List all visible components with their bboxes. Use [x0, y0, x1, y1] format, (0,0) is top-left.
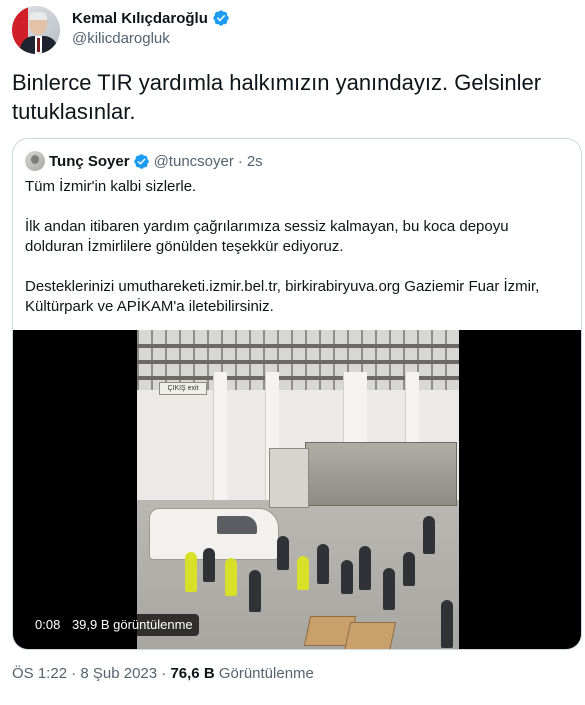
- separator-dot: ·: [237, 152, 243, 170]
- quoted-author-handle[interactable]: @tuncsoyer: [154, 153, 234, 170]
- tweet-header: Kemal Kılıçdaroğlu @kilicdarogluk: [12, 6, 230, 54]
- author-names: Kemal Kılıçdaroğlu @kilicdarogluk: [72, 6, 230, 47]
- cardboard-box: [343, 622, 397, 649]
- quoted-paragraph: Tüm İzmir'in kalbi sizlerle.: [25, 178, 197, 195]
- quoted-author-avatar[interactable]: [25, 151, 45, 171]
- author-avatar[interactable]: [12, 6, 60, 54]
- video-elapsed-time: 0:08: [35, 617, 61, 632]
- view-count[interactable]: 76,6 B: [170, 665, 214, 682]
- view-label: Görüntülenme: [218, 665, 314, 682]
- exit-sign: ÇIKIŞ exit: [159, 382, 207, 395]
- verified-badge-icon: [213, 10, 229, 26]
- truck-cab: [269, 448, 309, 508]
- video-frame[interactable]: ÇIKIŞ exit: [137, 330, 459, 649]
- quoted-tweet[interactable]: Tunç Soyer @tuncsoyer · 2s Tüm İzmir'in …: [12, 138, 582, 650]
- author-handle[interactable]: @kilicdarogluk: [72, 30, 230, 47]
- verified-badge-icon: [133, 153, 149, 169]
- video-stats-overlay: 0:08 39,9 B görüntülenme: [29, 614, 199, 636]
- video-player[interactable]: ÇIKIŞ exit 0:08 39,9 B görüntülenme: [13, 330, 581, 649]
- tweet-date[interactable]: ÖS 1:22 · 8 Şub 2023: [12, 665, 157, 682]
- quoted-paragraph: İlk andan itibaren yardım çağrılarımıza …: [25, 218, 509, 255]
- quoted-author-name[interactable]: Tunç Soyer: [49, 153, 130, 170]
- author-name[interactable]: Kemal Kılıçdaroğlu: [72, 10, 208, 27]
- quoted-tweet-header: Tunç Soyer @tuncsoyer · 2s: [25, 151, 263, 171]
- quoted-tweet-time[interactable]: 2s: [247, 153, 263, 170]
- truck-trailer: [305, 442, 457, 506]
- video-view-count: 39,9 B görüntülenme: [71, 617, 193, 632]
- separator-dot: ·: [161, 665, 167, 682]
- tweet-meta: ÖS 1:22 · 8 Şub 2023 · 76,6 B Görüntülen…: [12, 665, 314, 682]
- quoted-paragraph: Desteklerinizi umuthareketi.izmir.bel.tr…: [25, 278, 540, 315]
- quoted-tweet-text: Tüm İzmir'in kalbi sizlerle. İlk andan i…: [25, 177, 570, 337]
- tweet-text: Binlerce TIR yardımla halkımızın yanında…: [12, 70, 542, 124]
